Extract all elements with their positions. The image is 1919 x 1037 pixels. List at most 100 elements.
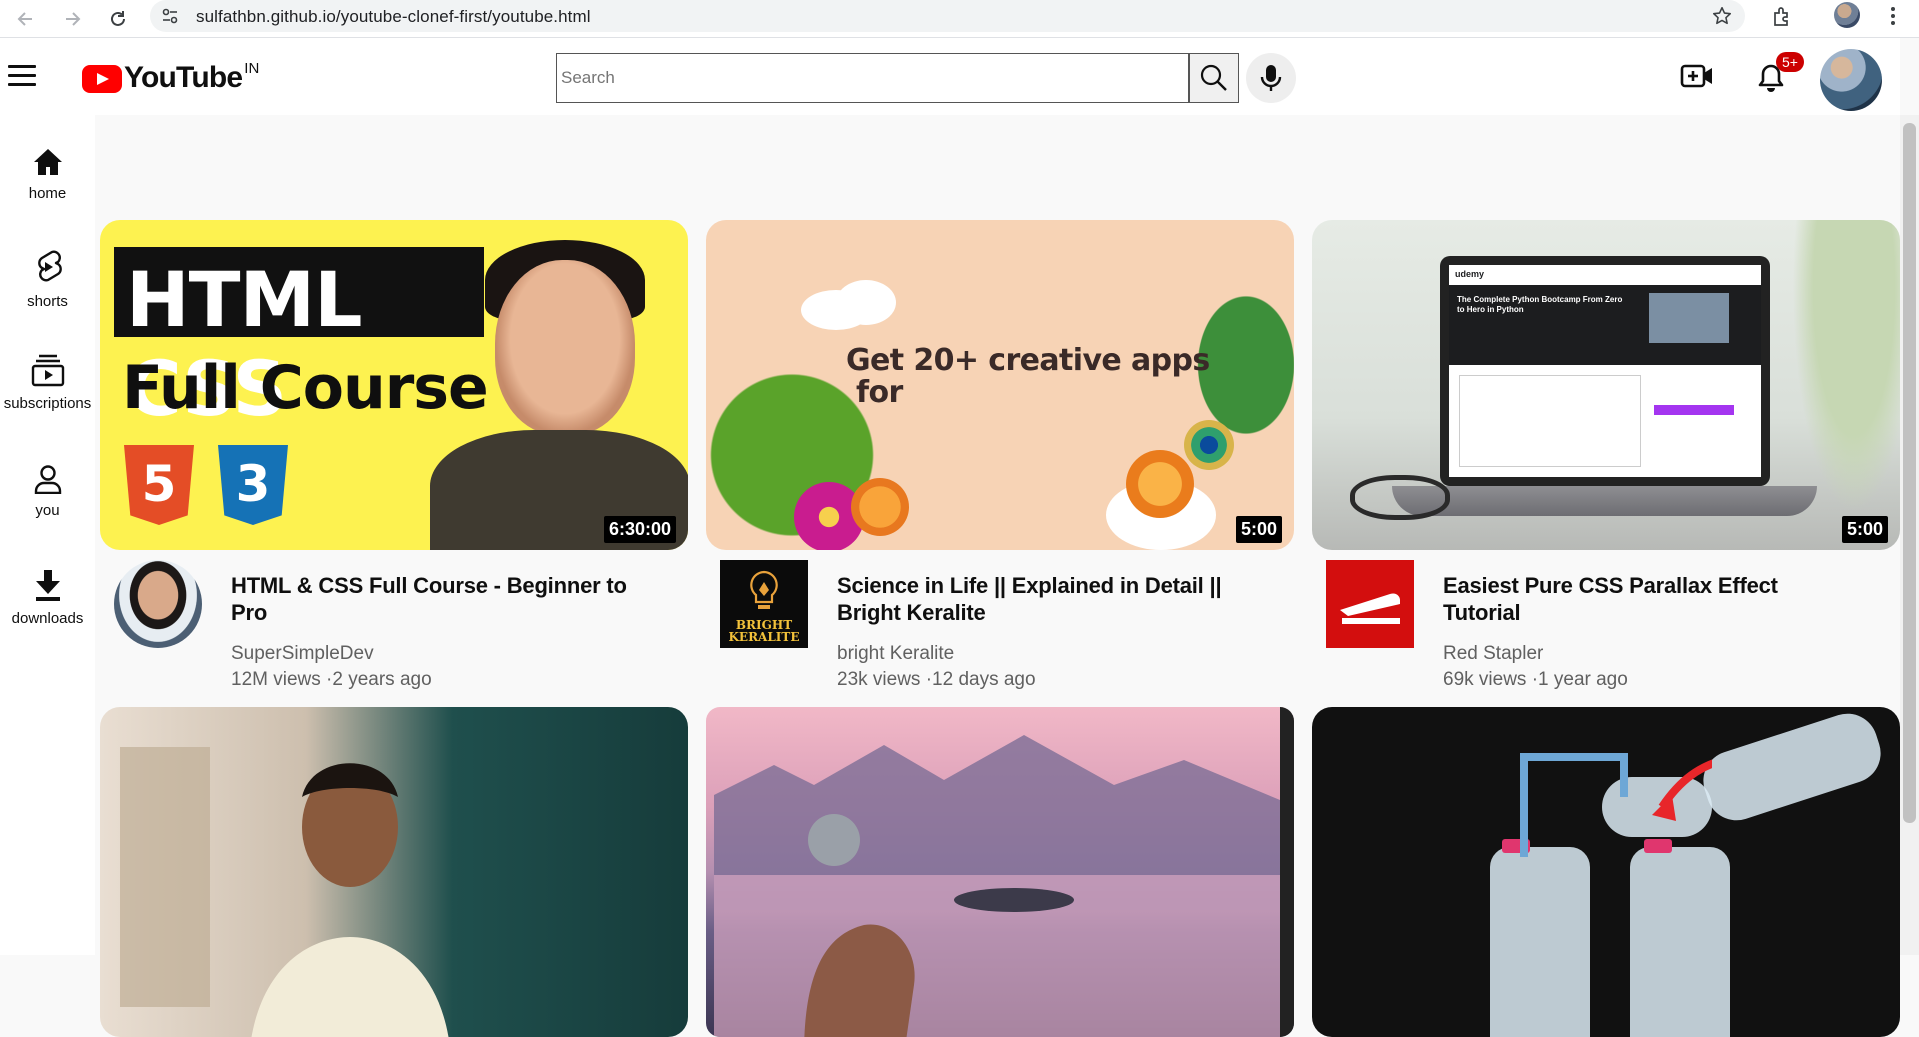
sidebar-item-label: home <box>28 185 67 202</box>
video-thumbnail[interactable]: Get 20+ creative apps for 5:00 <box>706 220 1294 550</box>
home-icon <box>0 147 95 177</box>
video-feed: HTML CSS Full Course 5 3 6:30:00 HTML & … <box>95 115 1900 1037</box>
video-title[interactable]: Easiest Pure CSS Parallax Effect Tutoria… <box>1443 572 1843 626</box>
thumbnail-pipe-and-arrow <box>1520 753 1712 857</box>
create-video-icon[interactable] <box>1680 62 1714 95</box>
sidebar-item-home[interactable]: home <box>0 147 95 202</box>
address-bar[interactable]: sulfathbn.github.io/youtube-clonef-first… <box>150 0 1745 32</box>
thumbnail-laptop-base <box>1392 486 1817 516</box>
channel-name[interactable]: Red Stapler <box>1443 643 1543 665</box>
video-stats: 12M views ·2 years ago <box>231 669 432 690</box>
thumbnail-laptop-screen: udemy The Complete Python Bootcamp From … <box>1449 265 1761 477</box>
sidebar-item-shorts[interactable]: shorts <box>0 249 95 310</box>
screen-course-title: The Complete Python Bootcamp From Zero t… <box>1457 295 1623 314</box>
thumbnail-flower <box>1126 450 1194 518</box>
video-thumbnail[interactable]: udemy The Complete Python Bootcamp From … <box>1312 220 1900 550</box>
sidebar-item-label: shorts <box>27 293 68 310</box>
sidebar-item-label: subscriptions <box>3 395 92 412</box>
channel-name[interactable]: SuperSimpleDev <box>231 643 374 665</box>
bookmark-star-icon[interactable] <box>1711 5 1733 32</box>
screen-course-banner: The Complete Python Bootcamp From Zero t… <box>1449 285 1761 365</box>
profile-avatar[interactable] <box>1820 49 1882 111</box>
page-scrollbar[interactable] <box>1900 115 1919 955</box>
thumbnail-shelf <box>120 747 210 1007</box>
search-button[interactable] <box>1189 53 1239 103</box>
forward-button[interactable] <box>58 5 86 33</box>
screen-preview-image <box>1649 293 1729 343</box>
notification-count-badge: 5+ <box>1776 52 1804 72</box>
logo-text: YouTube <box>124 61 243 94</box>
microphone-icon <box>1260 65 1282 91</box>
user-icon <box>0 464 95 494</box>
thumbnail-ad-line: Get 20+ creative apps <box>846 343 1210 378</box>
video-thumbnail[interactable]: HTML CSS Full Course 5 3 6:30:00 <box>100 220 688 550</box>
screen-learn-box <box>1459 375 1641 467</box>
back-arrow-icon <box>17 12 32 26</box>
sidebar-item-subscriptions[interactable]: subscriptions <box>0 353 95 412</box>
thumbnail-lake-scene <box>714 735 1280 1037</box>
back-button[interactable] <box>12 5 40 33</box>
video-title[interactable]: HTML & CSS Full Course - Beginner to Pro <box>231 572 631 626</box>
channel-avatar[interactable] <box>114 560 202 648</box>
scrollbar-thumb[interactable] <box>1903 123 1916 823</box>
sidebar: home shorts subscriptions you downloads <box>0 115 95 955</box>
video-thumbnail[interactable] <box>706 707 1294 1037</box>
thumbnail-bottle <box>1490 847 1590 1037</box>
video-thumbnail[interactable] <box>100 707 688 1037</box>
browser-menu-icon[interactable] <box>1889 4 1897 33</box>
sidebar-item-label: downloads <box>11 610 84 627</box>
thumbnail-pouring-bottle <box>1695 707 1889 829</box>
video-stats: 23k views ·12 days ago <box>837 669 1036 690</box>
thumbnail-ad-line: for <box>856 375 903 410</box>
channel-logo-text: KERALITE <box>728 630 800 644</box>
thumbnail-subtitle-text: Full Course <box>122 353 489 423</box>
sidebar-item-label: you <box>35 502 60 519</box>
subscriptions-icon <box>0 353 95 387</box>
video-duration: 5:00 <box>1841 516 1888 543</box>
download-icon <box>0 568 95 602</box>
stapler-icon <box>1340 593 1400 624</box>
country-code: IN <box>244 60 260 77</box>
masthead: YouTube IN 5+ <box>0 38 1900 115</box>
screen-brand: udemy <box>1455 269 1485 279</box>
thumbnail-title-box: HTML CSS <box>114 247 484 433</box>
url-text[interactable]: sulfathbn.github.io/youtube-clonef-first… <box>196 7 591 27</box>
forward-arrow-icon <box>66 12 81 26</box>
youtube-play-icon <box>82 65 122 93</box>
search-icon <box>1200 64 1227 91</box>
reload-button[interactable] <box>104 5 132 33</box>
extensions-icon[interactable] <box>1770 5 1794 34</box>
channel-name[interactable]: bright Keralite <box>837 643 954 665</box>
thumbnail-person-face <box>495 260 635 435</box>
thumbnail-flower <box>851 478 909 536</box>
channel-avatar[interactable] <box>1326 560 1414 648</box>
thumbnail-peacock-feather <box>1184 420 1234 470</box>
site-info-icon[interactable] <box>160 6 180 31</box>
browser-toolbar: sulfathbn.github.io/youtube-clonef-first… <box>0 0 1919 38</box>
thumbnail-cloud <box>836 280 896 325</box>
reload-icon <box>111 11 125 26</box>
thumbnail-ad-text: Get 20+ creative apps for <box>846 345 1210 409</box>
thumbnail-person <box>251 763 449 1037</box>
video-thumbnail[interactable] <box>1312 707 1900 1037</box>
css3-logo-icon: 3 <box>218 445 288 525</box>
html5-logo-icon: 5 <box>124 445 194 525</box>
video-stats: 69k views ·1 year ago <box>1443 669 1628 690</box>
search-input[interactable] <box>556 53 1189 103</box>
thumbnail-glasses <box>1350 475 1450 520</box>
thumbnail-frame-edge <box>1280 707 1294 1037</box>
channel-avatar[interactable]: BRIGHT KERALITE <box>720 560 808 648</box>
youtube-logo[interactable]: YouTube IN <box>82 58 259 98</box>
screen-cta-bar <box>1654 405 1734 415</box>
lightbulb-icon <box>750 570 778 609</box>
menu-icon[interactable] <box>8 65 36 89</box>
browser-profile-avatar[interactable] <box>1834 2 1860 28</box>
video-duration: 5:00 <box>1235 516 1282 543</box>
video-title[interactable]: Science in Life || Explained in Detail |… <box>837 572 1237 626</box>
sidebar-item-you[interactable]: you <box>0 464 95 519</box>
video-duration: 6:30:00 <box>603 516 676 543</box>
voice-search-button[interactable] <box>1246 53 1296 103</box>
thumbnail-bottle <box>1630 847 1730 1037</box>
shorts-icon <box>0 249 95 285</box>
sidebar-item-downloads[interactable]: downloads <box>0 568 95 627</box>
